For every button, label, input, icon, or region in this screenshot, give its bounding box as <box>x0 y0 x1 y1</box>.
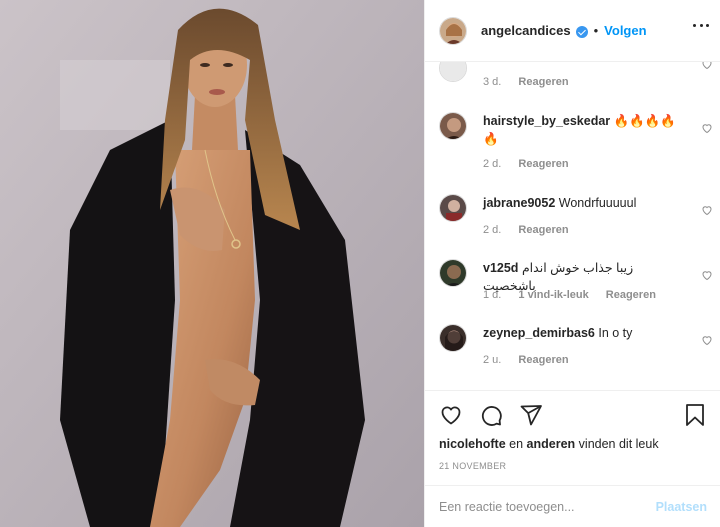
author-avatar[interactable] <box>439 16 467 45</box>
post-comment-button[interactable]: Plaatsen <box>656 500 707 514</box>
liker-username[interactable]: nicolehofte <box>439 437 506 451</box>
reply-button[interactable]: Reageren <box>518 354 568 366</box>
commenter-username[interactable]: jabrane9052 <box>483 196 555 210</box>
comment-meta: 2 u. Reageren <box>483 354 583 366</box>
comment-body: zeynep_demirbas6 In o ty <box>483 324 683 342</box>
like-comment-heart-icon[interactable] <box>701 122 713 134</box>
commenter-avatar[interactable] <box>439 324 467 352</box>
like-comment-heart-icon[interactable] <box>701 334 713 346</box>
likes-connector: en <box>509 437 524 451</box>
like-comment-heart-icon[interactable] <box>701 62 713 70</box>
comment-meta: 2 d. Reageren <box>483 158 583 170</box>
post-image <box>0 0 424 527</box>
comment-time: 2 d. <box>483 224 502 236</box>
share-icon[interactable] <box>519 403 543 427</box>
reply-button[interactable]: Reageren <box>518 158 568 170</box>
follow-button[interactable]: Volgen <box>604 23 646 38</box>
comment-meta: 1 d. 1 vind-ik-leuk Reageren <box>483 289 670 301</box>
post-sidebar: angelcandices • Volgen 3 d. Reageren hai… <box>424 0 720 527</box>
like-comment-heart-icon[interactable] <box>701 269 713 281</box>
comment-body: jabrane9052 Wondrfuuuuul <box>483 194 683 212</box>
action-icons <box>439 403 543 427</box>
commenter-username[interactable]: v125d <box>483 261 518 275</box>
comment-likes-count[interactable]: 1 vind-ik-leuk <box>518 289 588 301</box>
comment-body: hairstyle_by_eskedar 🔥🔥🔥🔥🔥 <box>483 112 683 148</box>
reply-button[interactable]: Reageren <box>518 76 568 88</box>
post-header: angelcandices • Volgen <box>425 0 720 62</box>
comment-icon[interactable] <box>479 403 503 427</box>
post-date[interactable]: 21 NOVEMBER <box>439 461 506 471</box>
add-comment-bar: Plaatsen <box>425 485 720 527</box>
instagram-post: angelcandices • Volgen 3 d. Reageren hai… <box>0 0 720 527</box>
comment-time: 3 d. <box>483 76 502 88</box>
likes-suffix: vinden dit leuk <box>578 437 659 451</box>
post-actions: nicolehofte en anderen vinden dit leuk 2… <box>425 390 720 527</box>
author-username[interactable]: angelcandices <box>481 23 571 38</box>
reply-button[interactable]: Reageren <box>606 289 656 301</box>
commenter-avatar[interactable] <box>439 259 467 287</box>
commenter-username[interactable]: zeynep_demirbas6 <box>483 326 595 340</box>
comment-text: Wondrfuuuuul <box>558 196 637 210</box>
separator-dot: • <box>593 23 599 38</box>
commenter-username[interactable]: hairstyle_by_eskedar <box>483 114 610 128</box>
commenter-avatar[interactable] <box>439 194 467 222</box>
comments-list[interactable]: 3 d. Reageren hairstyle_by_eskedar 🔥🔥🔥🔥🔥… <box>425 62 720 390</box>
comment-time: 2 u. <box>483 354 502 366</box>
reply-button[interactable]: Reageren <box>518 224 568 236</box>
others-link[interactable]: anderen <box>527 437 576 451</box>
more-options-icon[interactable] <box>693 24 709 28</box>
comment-time: 1 d. <box>483 289 502 301</box>
likes-summary: nicolehofte en anderen vinden dit leuk <box>439 437 659 451</box>
commenter-avatar[interactable] <box>439 62 467 82</box>
verified-badge-icon <box>575 25 588 38</box>
comment-text: In o ty <box>598 326 633 340</box>
heart-icon[interactable] <box>439 403 463 427</box>
bookmark-icon[interactable] <box>683 403 707 427</box>
comment-input[interactable] <box>439 500 639 514</box>
comment-time: 2 d. <box>483 158 502 170</box>
post-photo[interactable] <box>0 0 424 527</box>
comment-meta: 2 d. Reageren <box>483 224 583 236</box>
commenter-avatar[interactable] <box>439 112 467 140</box>
comment-meta: 3 d. Reageren <box>483 76 583 88</box>
like-comment-heart-icon[interactable] <box>701 204 713 216</box>
